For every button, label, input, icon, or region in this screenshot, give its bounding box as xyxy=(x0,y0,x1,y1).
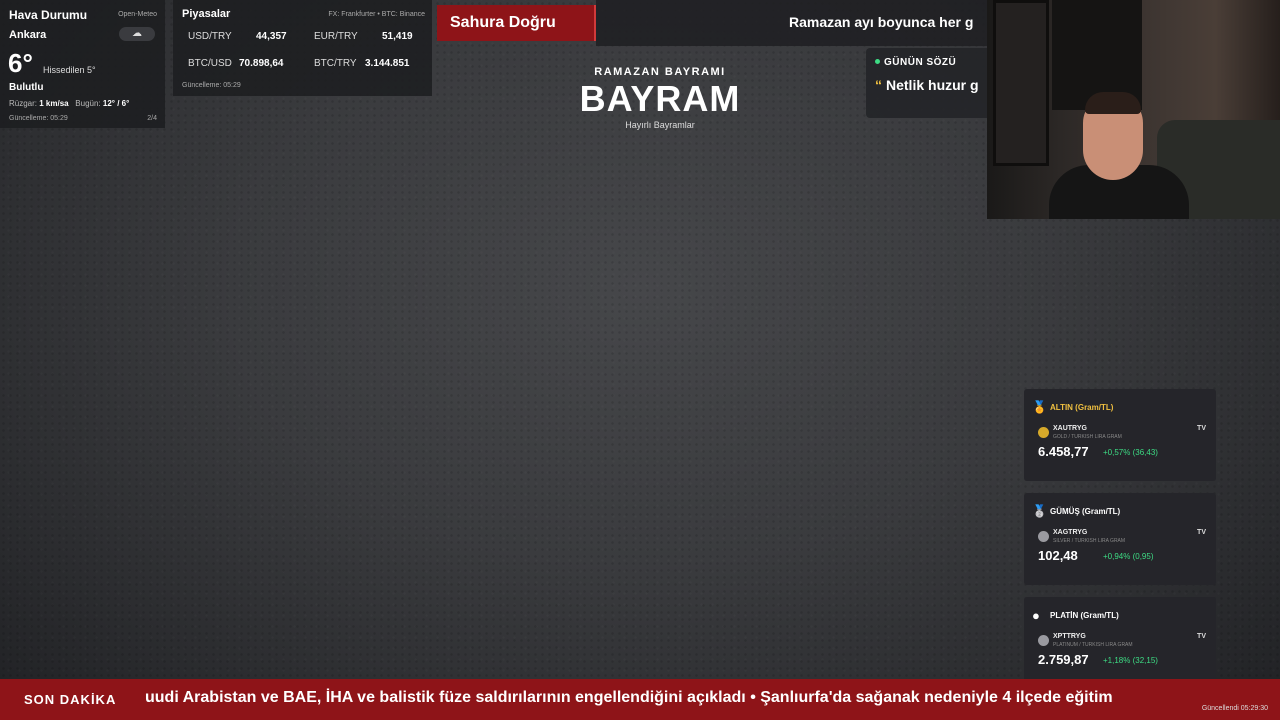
metal-heading: ALTIN (Gram/TL) xyxy=(1050,403,1114,412)
rate-value-text: 44,357 xyxy=(256,31,287,42)
rate-value-text: 70.898,64 xyxy=(239,58,284,69)
weather-wind: Rüzgar: 1 km/sa Bugün: 12° / 6° xyxy=(9,99,129,108)
weather-condition: Bulutlu xyxy=(9,82,44,93)
webcam-background-door xyxy=(993,0,1049,166)
rate-pair: BTC/USD xyxy=(188,58,232,69)
rate-value-text: 51,419 xyxy=(382,31,413,42)
metal-symbol: XPTTRYG xyxy=(1053,633,1086,640)
breaking-news-label: SON DAKİKA xyxy=(0,679,145,720)
metal-heading: PLATİN (Gram/TL) xyxy=(1050,611,1119,620)
circle-white-icon: ● xyxy=(1032,608,1040,623)
breaking-news-text: uudi Arabistan ve BAE, İHA ve balistik f… xyxy=(145,689,1113,706)
rate-value: 3.144.851 xyxy=(365,58,410,69)
rate-pair: USD/TRY xyxy=(188,31,232,42)
webcam-person-hair xyxy=(1085,92,1141,114)
weather-temperature: 6° xyxy=(8,48,33,78)
weather-widget: Hava Durumu Open-Meteo Ankara ☁ 6° Hisse… xyxy=(0,0,165,128)
metal-value: 102,48 xyxy=(1038,548,1078,563)
metal-change: +0,94% (0,95) xyxy=(1103,552,1154,561)
metal-card-silver: 🥈 GÜMÜŞ (Gram/TL) XAGTRYG SILVER / TURKI… xyxy=(1024,493,1216,585)
markets-updated: Güncelleme: 05:29 xyxy=(182,82,241,89)
sahur-label: Sahura Doğru xyxy=(450,14,556,31)
today-label: Bugün: xyxy=(75,99,101,108)
bayram-subtitle: RAMAZAN BAYRAMI xyxy=(594,66,726,78)
weather-feels-like: Hissedilen 5° xyxy=(43,65,96,75)
markets-title: Piyasalar xyxy=(182,8,231,20)
bayram-note: Hayırlı Bayramlar xyxy=(625,120,695,130)
metals-panel: 🏅 ALTIN (Gram/TL) XAUTRYG GOLD / TURKISH… xyxy=(1024,389,1226,689)
metal-description: GOLD / TURKISH LIRA GRAM xyxy=(1053,434,1122,440)
quote-mark-icon: “ xyxy=(875,77,882,93)
quote-heading-text: GÜNÜN SÖZÜ xyxy=(884,57,957,68)
medal-silver-icon: 🥈 xyxy=(1032,504,1047,518)
quote-text: “Netlik huzur g xyxy=(875,77,979,93)
rate-value: 70.898,64 xyxy=(239,58,284,69)
rate-value: 51,419 xyxy=(382,31,413,42)
metal-description: PLATINUM / TURKISH LIRA GRAM xyxy=(1053,642,1133,648)
tradingview-icon[interactable]: TV xyxy=(1197,633,1206,640)
webcam-feed xyxy=(987,0,1280,219)
gold-coin-icon xyxy=(1038,427,1049,438)
bayram-title: BAYRAM xyxy=(579,78,741,119)
quote-body: Netlik huzur g xyxy=(886,77,979,93)
today-value: 12° / 6° xyxy=(102,99,130,108)
live-dot-icon xyxy=(875,59,880,64)
rate-pair: EUR/TRY xyxy=(314,31,358,42)
weather-page-indicator: 2/4 xyxy=(147,115,157,122)
quote-of-the-day: GÜNÜN SÖZÜ “Netlik huzur g xyxy=(866,48,988,118)
metal-card-platinum: ● PLATİN (Gram/TL) XPTTRYG PLATINUM / TU… xyxy=(1024,597,1216,689)
weather-title: Hava Durumu xyxy=(9,8,88,22)
markets-source: FX: Frankfurter • BTC: Binance xyxy=(328,11,425,18)
sahur-countdown-banner: Sahura Doğru xyxy=(437,5,596,41)
metal-symbol: XAGTRYG xyxy=(1053,529,1088,536)
breaking-news-label-text: SON DAKİKA xyxy=(24,692,117,707)
markets-widget: Piyasalar FX: Frankfurter • BTC: Binance… xyxy=(173,0,432,96)
metal-change: +1,18% (32,15) xyxy=(1103,656,1158,665)
metal-change: +0,57% (36,43) xyxy=(1103,448,1158,457)
metal-value: 6.458,77 xyxy=(1038,444,1089,459)
tradingview-icon[interactable]: TV xyxy=(1197,425,1206,432)
metal-value: 2.759,87 xyxy=(1038,652,1089,667)
rate-value: 44,357 xyxy=(256,31,287,42)
quote-heading: GÜNÜN SÖZÜ xyxy=(875,57,956,68)
rate-value-text: 3.144.851 xyxy=(365,58,410,69)
breaking-news-ticker: SON DAKİKA uudi Arabistan ve BAE, İHA ve… xyxy=(0,679,1280,720)
metal-heading: GÜMÜŞ (Gram/TL) xyxy=(1050,507,1121,516)
weather-source: Open-Meteo xyxy=(118,11,157,18)
weather-city: Ankara xyxy=(9,29,47,41)
top-ticker-text: Ramazan ayı boyunca her g xyxy=(789,14,974,30)
wind-label: Rüzgar: xyxy=(9,99,38,108)
silver-coin-icon xyxy=(1038,531,1049,542)
metals-updated: Güncellendi 05:29:30 xyxy=(1201,705,1268,712)
metal-card-gold: 🏅 ALTIN (Gram/TL) XAUTRYG GOLD / TURKISH… xyxy=(1024,389,1216,481)
tradingview-icon[interactable]: TV xyxy=(1197,529,1206,536)
weather-updated: Güncelleme: 05:29 xyxy=(9,115,68,122)
top-ticker: Ramazan ayı boyunca her g xyxy=(596,0,988,46)
metal-description: SILVER / TURKISH LIRA GRAM xyxy=(1053,538,1126,544)
medal-gold-icon: 🏅 xyxy=(1032,400,1047,414)
rate-pair: BTC/TRY xyxy=(314,58,357,69)
wind-value: 1 km/sa xyxy=(39,99,69,108)
metal-symbol: XAUTRYG xyxy=(1053,425,1087,432)
cloud-icon: ☁ xyxy=(119,27,155,41)
platinum-coin-icon xyxy=(1038,635,1049,646)
